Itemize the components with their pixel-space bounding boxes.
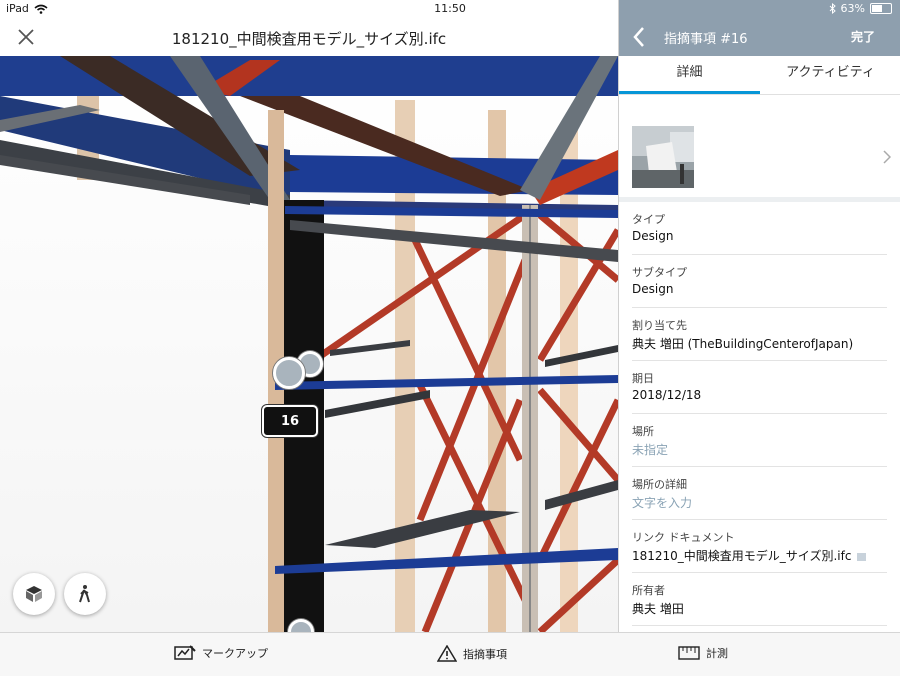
tab-details[interactable]: 詳細	[619, 56, 760, 94]
viewer-toolbar: 181210_中間検査用モデル_サイズ別.ifc	[0, 18, 618, 56]
cube-icon	[26, 586, 42, 602]
field-assignee[interactable]: 割り当て先典夫 増田 (TheBuildingCenterofJapan)	[632, 308, 887, 361]
field-label: 所有者	[632, 584, 665, 597]
field-location-detail[interactable]: 場所の詳細文字を入力	[632, 467, 887, 520]
chevron-left-icon[interactable]	[631, 25, 647, 49]
field-value: Design	[632, 229, 674, 243]
issues-button[interactable]: 指摘事項	[437, 645, 507, 662]
field-label: リンク ドキュメント	[632, 531, 735, 544]
attachment-row[interactable]	[619, 95, 900, 202]
field-value: 未指定	[632, 443, 669, 457]
linked-document-name[interactable]: 181210_中間検査用モデル_サイズ別.ifc	[632, 549, 851, 563]
battery-fill	[872, 5, 882, 12]
field-linked-document[interactable]: リンク ドキュメント 181210_中間検査用モデル_サイズ別.ifc	[632, 520, 887, 573]
bottom-toolbar: マークアップ 指摘事項 計測	[0, 632, 900, 676]
measure-button[interactable]: 計測	[678, 645, 728, 661]
panel-title: 指摘事項 #16	[664, 32, 748, 47]
issue-pin[interactable]	[273, 357, 305, 389]
markup-button[interactable]: マークアップ	[174, 645, 268, 661]
walk-icon	[79, 585, 90, 603]
ruler-icon	[678, 646, 700, 660]
tab-bar: 詳細 アクティビティ	[619, 56, 900, 95]
clock: 11:50	[434, 2, 466, 15]
battery-percent: 63%	[840, 2, 865, 15]
field-subtype[interactable]: サブタイプ Design	[632, 255, 887, 308]
tab-activity[interactable]: アクティビティ	[760, 56, 900, 94]
bluetooth-icon	[829, 3, 836, 14]
model-viewer[interactable]: 16	[0, 0, 618, 632]
issue-fields: タイプ Design サブタイプ Design 割り当て先典夫 増田 (TheBui…	[619, 202, 900, 626]
done-button[interactable]: 完了	[851, 28, 875, 45]
field-label: 場所の詳細	[632, 478, 687, 491]
markup-icon	[174, 645, 196, 660]
field-label: サブタイプ	[632, 266, 687, 279]
field-location[interactable]: 場所 未指定	[632, 414, 887, 467]
attachment-thumbnail[interactable]	[632, 126, 694, 188]
field-due-date[interactable]: 期日 2018/12/18	[632, 361, 887, 414]
status-bar: iPad 11:50 63%	[0, 0, 900, 18]
field-value: 典夫 増田	[632, 602, 684, 616]
markup-label: マークアップ	[202, 647, 268, 660]
field-label: 割り当て先	[632, 319, 687, 332]
field-value: 2018/12/18	[632, 388, 702, 402]
field-value: 文字を入力	[632, 496, 693, 510]
issue-number-tag[interactable]: 16	[262, 405, 318, 437]
field-label: 期日	[632, 372, 654, 385]
measure-label: 計測	[706, 647, 728, 660]
issues-label: 指摘事項	[463, 647, 507, 661]
field-owner[interactable]: 所有者 典夫 増田	[632, 573, 887, 626]
field-value: Design	[632, 282, 674, 296]
battery-icon	[870, 3, 892, 14]
field-label: タイプ	[632, 213, 665, 226]
field-type[interactable]: タイプ Design	[632, 202, 887, 255]
walk-mode-button[interactable]	[64, 573, 106, 615]
model-browser-button[interactable]	[13, 573, 55, 615]
chevron-right-icon[interactable]	[883, 150, 891, 164]
issue-detail-panel: 指摘事項 #16 完了 詳細 アクティビティ タイプ Design サブタイプ De…	[618, 0, 900, 632]
file-title: 181210_中間検査用モデル_サイズ別.ifc	[171, 30, 447, 48]
field-value: 181210_中間検査用モデル_サイズ別.ifc	[632, 547, 867, 564]
3d-model-canvas[interactable]	[0, 56, 618, 632]
document-type-icon	[857, 552, 867, 561]
field-label: 場所	[632, 425, 654, 438]
field-value: 典夫 増田 (TheBuildingCenterofJapan)	[632, 337, 854, 351]
warning-icon	[437, 645, 457, 662]
